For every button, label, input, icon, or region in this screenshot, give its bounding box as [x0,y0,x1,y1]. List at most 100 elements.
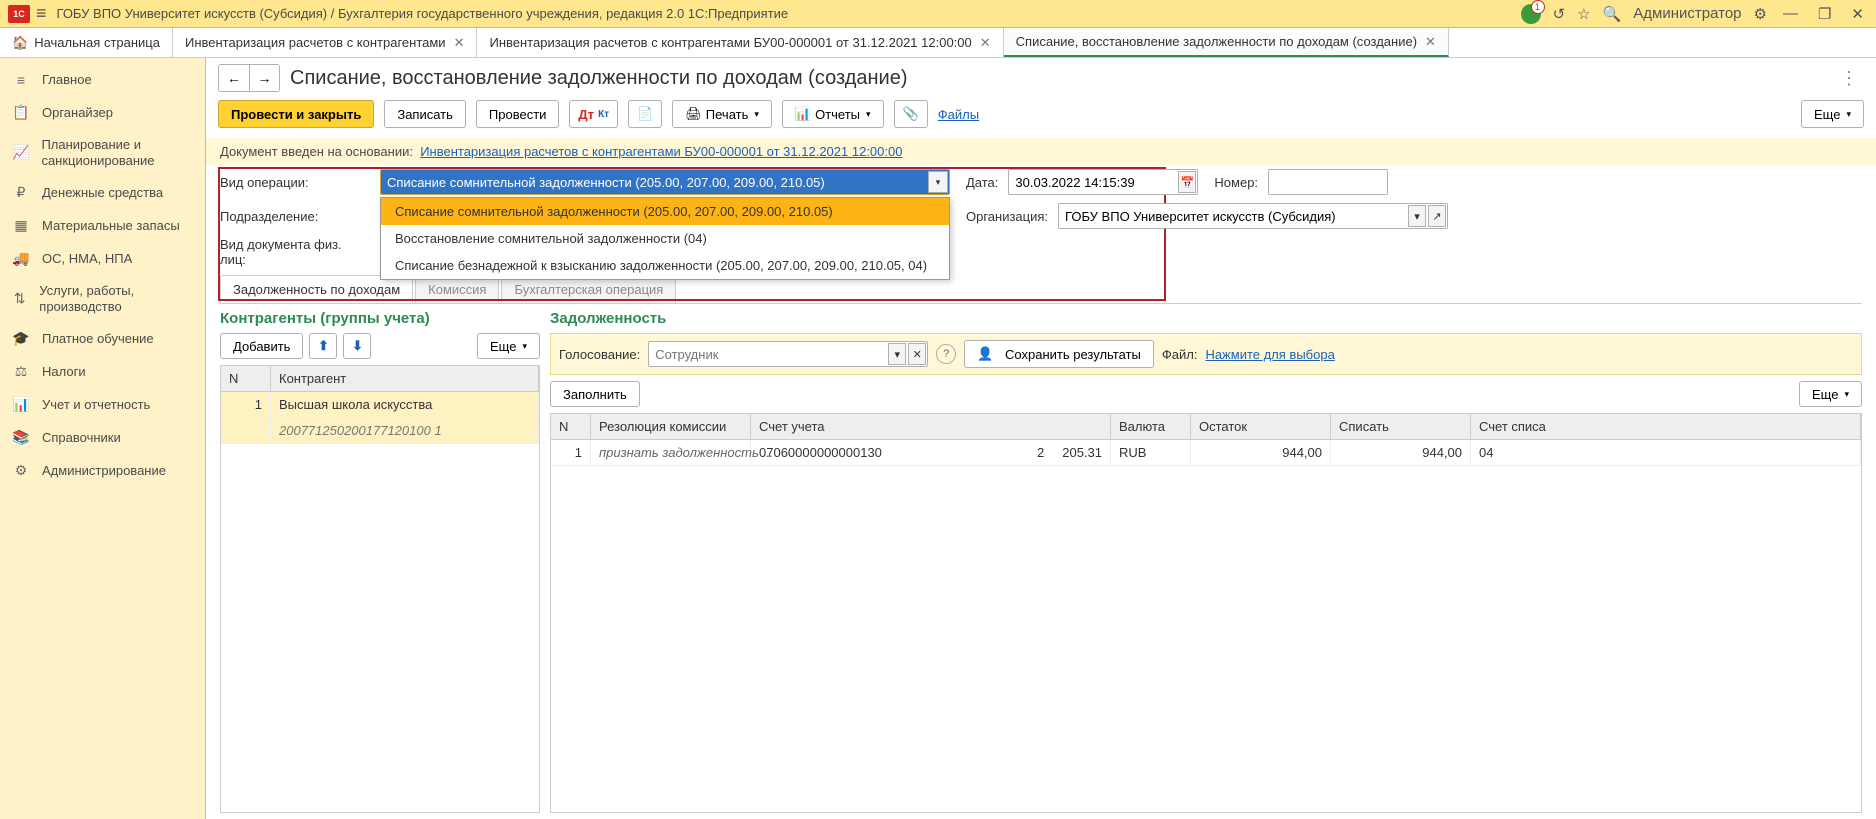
debt-table[interactable]: N Резолюция комиссии Счет учета Валюта О… [550,413,1862,813]
clipboard-icon: 📋 [12,104,30,121]
col-contractor: Контрагент [271,366,539,391]
chevron-down-icon[interactable]: ▾ [888,343,906,365]
save-results-button[interactable]: 👤 Сохранить результаты [964,340,1154,368]
tab-close-icon[interactable]: ✕ [454,35,465,51]
org-input[interactable] [1058,203,1448,229]
col-res: Резолюция комиссии [591,414,751,439]
sidebar-item-assets[interactable]: 🚚ОС, НМА, НПА [0,242,205,275]
back-button[interactable]: ← [219,65,249,91]
file-pick-link[interactable]: Нажмите для выбора [1205,347,1334,362]
cell-acc-num: 205.31 [1062,445,1102,460]
forward-button[interactable]: → [249,65,279,91]
sidebar-item-materials[interactable]: ▦Материальные запасы [0,209,205,242]
restore-icon[interactable]: ❐ [1814,5,1835,23]
dropdown-option[interactable]: Списание безнадежной к взысканию задолже… [381,252,949,279]
sidebar-item-services[interactable]: ⇅Услуги, работы, производство [0,275,205,322]
sidebar-item-main[interactable]: ≡Главное [0,64,205,96]
report-icon: 📊 [12,396,30,413]
print-button[interactable]: 🖨Печать▾ [672,100,772,128]
ruble-icon: ₽ [12,184,30,201]
calendar-icon[interactable]: 📅 [1178,171,1196,193]
sidebar-item-education[interactable]: 🎓Платное обучение [0,322,205,355]
right-column: Задолженность Голосование: ▾ ✕ ? 👤 Сохра… [550,310,1862,813]
attach-button[interactable]: 📎 [894,100,928,128]
settings-icon[interactable]: ⚙ [1754,5,1767,23]
move-up-button[interactable]: ⬆ [309,333,337,359]
post-button[interactable]: Провести [476,100,560,128]
sidebar-item-accounting[interactable]: 📊Учет и отчетность [0,388,205,421]
tab-writeoff-doc[interactable]: Списание, восстановление задолженности п… [1004,28,1449,57]
contractors-table[interactable]: N Контрагент 1 Высшая школа искусства 20… [220,365,540,813]
sidebar-item-taxes[interactable]: ⚖Налоги [0,355,205,388]
doc-title: Списание, восстановление задолженности п… [290,67,908,90]
write-button[interactable]: Записать [384,100,466,128]
voting-bar: Голосование: ▾ ✕ ? 👤 Сохранить результат… [550,333,1862,375]
user-name[interactable]: Администратор [1633,5,1741,22]
clear-icon[interactable]: ✕ [908,343,926,365]
dtkt-button[interactable]: ДтКт [569,100,618,128]
list-icon: ≡ [12,72,30,88]
kebab-icon[interactable]: ⋮ [1840,68,1864,89]
dropdown-option[interactable]: Списание сомнительной задолженности (205… [381,198,949,225]
tab-inventory-doc[interactable]: Инвентаризация расчетов с контрагентами … [477,28,1003,57]
tab-home-label: Начальная страница [34,35,160,50]
basis-link[interactable]: Инвентаризация расчетов с контрагентами … [420,144,902,159]
sidebar-item-dictionaries[interactable]: 📚Справочники [0,421,205,454]
date-label: Дата: [966,175,998,190]
star-icon[interactable]: ☆ [1577,5,1590,23]
table-row-sub[interactable]: 200771250200177120100 1 [221,418,539,444]
open-icon[interactable]: ↗ [1428,205,1446,227]
chevron-down-icon[interactable]: ▾ [928,171,948,193]
number-input[interactable] [1268,169,1388,195]
tab-home[interactable]: 🏠 Начальная страница [0,28,173,57]
sidebar-item-label: Планирование и санкционирование [41,137,193,168]
sidebar-item-admin[interactable]: ⚙Администрирование [0,454,205,487]
boxes-icon: ▦ [12,217,30,234]
notifications-badge[interactable] [1521,4,1541,24]
right-more-button[interactable]: Еще▾ [1799,381,1862,407]
columns: Контрагенты (группы учета) Добавить ⬆ ⬇ … [206,304,1876,819]
reports-label: Отчеты [815,107,860,122]
basis-label: Документ введен на основании: [220,144,413,159]
dropdown-option[interactable]: Восстановление сомнительной задолженност… [381,225,949,252]
cell-n: 1 [221,392,271,417]
add-button[interactable]: Добавить [220,333,303,359]
chevron-down-icon[interactable]: ▾ [1408,205,1426,227]
more-label: Еще [490,339,516,354]
hamburger-icon[interactable]: ≡ [36,3,47,24]
tab-inventory-list[interactable]: Инвентаризация расчетов с контрагентами … [173,28,478,57]
doc-flow-button[interactable]: 📄 [628,100,662,128]
post-and-close-button[interactable]: Провести и закрыть [218,100,374,128]
reports-button[interactable]: 📊Отчеты▾ [782,100,884,128]
more-label: Еще [1812,387,1838,402]
more-button[interactable]: Еще▾ [1801,100,1864,128]
number-label: Номер: [1214,175,1258,190]
print-label: Печать [706,107,749,122]
right-title: Задолженность [550,310,1862,327]
files-link[interactable]: Файлы [938,107,979,122]
form-area: Вид операции: ▾ Списание сомнительной за… [206,165,1876,271]
close-icon[interactable]: ✕ [1847,5,1868,23]
op-type-select[interactable] [380,169,950,195]
fill-button[interactable]: Заполнить [550,381,640,407]
minimize-icon[interactable]: — [1779,5,1802,22]
tab-close-icon[interactable]: ✕ [980,35,991,51]
sidebar-item-label: Денежные средства [42,185,163,201]
col-acc2: Счет списа [1471,414,1861,439]
table-row[interactable]: 1 признать задолженность ... 07060000000… [551,440,1861,466]
sidebar-item-planning[interactable]: 📈Планирование и санкционирование [0,129,205,176]
tab-close-icon[interactable]: ✕ [1425,34,1436,50]
history-icon[interactable]: ↺ [1553,5,1566,23]
help-icon[interactable]: ? [936,344,956,364]
truck-icon: 🚚 [12,250,30,267]
table-row[interactable]: 1 Высшая школа искусства [221,392,539,418]
vote-employee-input[interactable] [648,341,928,367]
left-more-button[interactable]: Еще▾ [477,333,540,359]
move-down-button[interactable]: ⬇ [343,333,371,359]
col-wr: Списать [1331,414,1471,439]
search-icon[interactable]: 🔍 [1603,5,1622,23]
date-input[interactable] [1008,169,1198,195]
subdivision-label: Подразделение: [220,209,370,224]
sidebar-item-organizer[interactable]: 📋Органайзер [0,96,205,129]
sidebar-item-money[interactable]: ₽ Денежные средства [0,176,205,209]
